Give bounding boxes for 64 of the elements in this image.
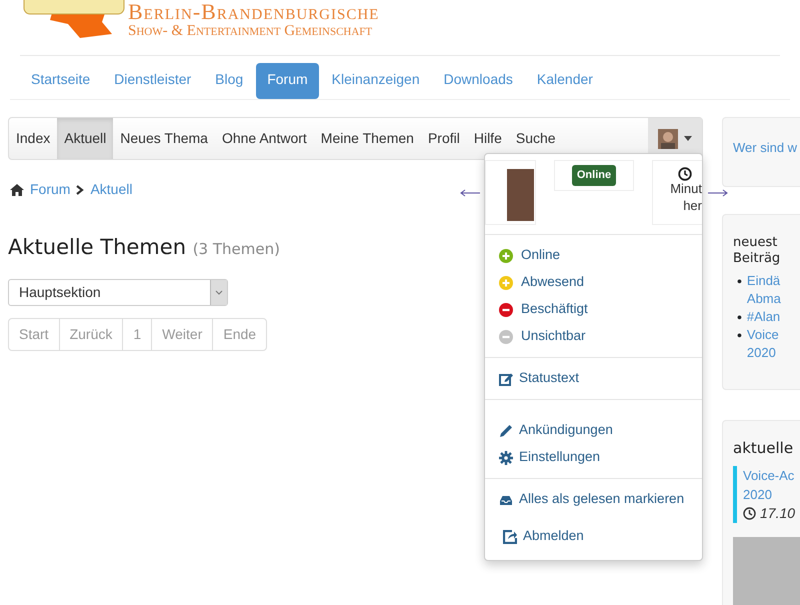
card-title: aktuelle <box>733 439 794 457</box>
clock-icon <box>678 167 692 181</box>
page-link[interactable]: Ende <box>212 318 268 350</box>
status-badge: Online <box>572 165 616 186</box>
post-link[interactable]: #Alan <box>746 308 780 326</box>
arrow-icon <box>460 189 480 197</box>
page-link[interactable]: Weiter <box>151 318 214 350</box>
caret-icon <box>684 136 692 141</box>
forum-nav-item[interactable]: Profil <box>420 118 467 159</box>
home-icon <box>10 184 24 196</box>
nav-tab[interactable]: Dienstleister <box>103 63 202 99</box>
status-option[interactable]: Online <box>485 242 702 269</box>
section-select[interactable]: Hauptsektion <box>8 278 228 306</box>
site-title: Berlin-Brandenburgische <box>128 1 380 23</box>
topic-count: (3 Themen) <box>192 240 280 258</box>
bullet-mark: • <box>737 308 742 326</box>
settings-icon <box>499 450 513 464</box>
event-date: 17.10 <box>760 504 796 523</box>
page-link[interactable]: Zurück <box>58 318 124 350</box>
menu-link[interactable]: Abmelden <box>485 523 702 550</box>
forum-nav-item[interactable]: Aktuell <box>57 118 114 159</box>
page-link[interactable]: Start <box>8 318 60 350</box>
event-poster-placeholder <box>733 537 800 605</box>
avatar-icon <box>658 128 678 148</box>
pencil-icon <box>499 424 513 438</box>
chevron-icon <box>76 184 84 194</box>
sign-out-icon <box>503 530 517 544</box>
forum-nav-item[interactable]: Neues Thema <box>113 118 215 159</box>
caret-icon <box>215 290 223 294</box>
post-link[interactable]: Voice 2020 <box>746 326 779 362</box>
site-subtitle: Show- & Entertainment Gemeinschaft <box>128 24 374 39</box>
nav-tab[interactable]: Startseite <box>20 63 102 99</box>
bullet-mark: • <box>737 326 742 346</box>
event-link[interactable]: Voice-Ac 2020 <box>743 466 800 504</box>
menu-link[interactable]: Statustext <box>485 365 702 392</box>
breadcrumb-link[interactable]: Forum <box>30 179 70 200</box>
page-link[interactable]: 1 <box>122 318 152 350</box>
arrow-icon <box>708 189 728 197</box>
bullet-mark: • <box>737 272 742 292</box>
status-option[interactable]: Unsichtbar <box>485 323 702 350</box>
nav-tab[interactable]: Forum <box>256 63 319 99</box>
last-seen-text: her <box>683 198 702 215</box>
forum-nav-item[interactable]: Meine Themen <box>314 118 421 159</box>
breadcrumb-link[interactable]: Aktuell <box>90 179 132 200</box>
forum-nav-item[interactable]: Index <box>9 118 58 159</box>
status-option[interactable]: Abwesend <box>485 269 702 296</box>
forum-nav-item[interactable]: Ohne Antwort <box>214 118 314 159</box>
nav-tab[interactable]: Kleinanzeigen <box>320 63 431 99</box>
last-seen-text: Minut <box>670 181 702 198</box>
menu-link[interactable]: Ankündigungen <box>485 417 702 444</box>
page-title: Aktuelle Themen <box>8 235 186 259</box>
about-link[interactable]: Wer sind w <box>733 140 798 155</box>
post-link[interactable]: Eindä Abma <box>746 272 781 308</box>
card-title: neuest Beiträg <box>733 235 782 266</box>
menu-link[interactable]: Einstellungen <box>485 444 702 471</box>
status-option[interactable]: Beschäftigt <box>485 296 702 323</box>
nav-tab[interactable]: Downloads <box>432 63 524 99</box>
nav-tab[interactable]: Blog <box>204 63 254 99</box>
menu-link[interactable]: Alles als gelesen markieren <box>485 486 702 513</box>
nav-tab[interactable]: Kalender <box>526 63 604 99</box>
avatar-photo-placeholder <box>485 160 536 225</box>
edit-icon <box>499 372 513 386</box>
select-value: Hauptsektion <box>19 282 101 302</box>
clock-icon <box>743 507 756 520</box>
